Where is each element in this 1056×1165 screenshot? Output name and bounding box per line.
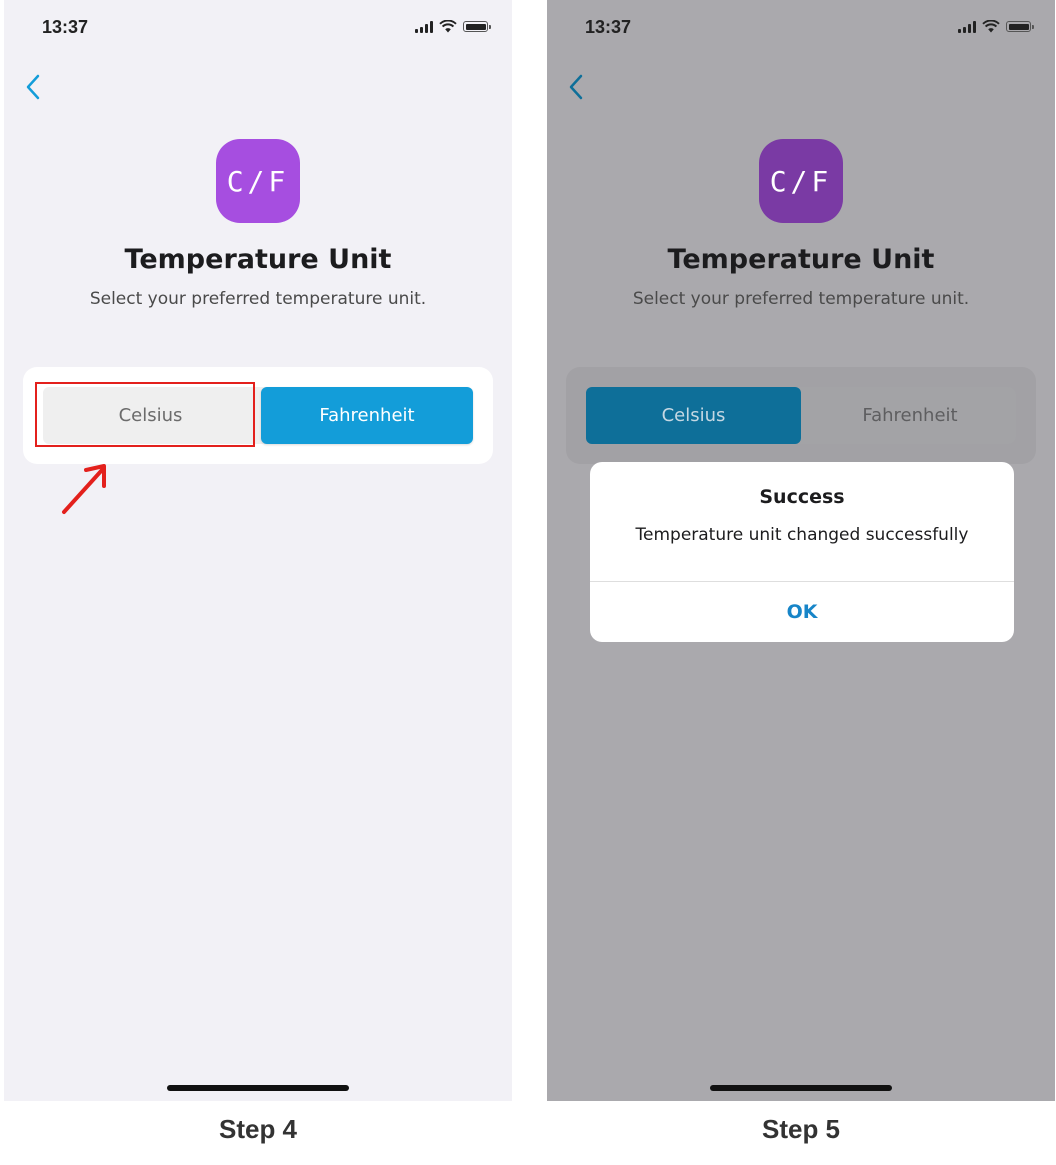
step-4-caption: Step 4 bbox=[218, 1114, 298, 1144]
alert-ok-button[interactable]: OK bbox=[590, 582, 1014, 642]
battery-icon bbox=[463, 21, 491, 32]
wifi-icon bbox=[982, 20, 1000, 33]
status-icons bbox=[415, 20, 491, 33]
signal-icon bbox=[958, 20, 976, 33]
celsius-option[interactable]: Celsius bbox=[586, 387, 801, 444]
chevron-left-icon[interactable] bbox=[565, 72, 589, 102]
status-icons bbox=[958, 20, 1034, 33]
page-title: Temperature Unit bbox=[667, 244, 935, 275]
status-time: 13:37 bbox=[42, 17, 89, 37]
success-alert-dialog: Success Temperature unit changed success… bbox=[590, 462, 1014, 642]
home-indicator bbox=[710, 1085, 892, 1091]
unit-segmented-control-card: Celsius Fahrenheit bbox=[566, 367, 1036, 464]
alert-message: Temperature unit changed successfully bbox=[635, 525, 969, 545]
celsius-highlight-annotation bbox=[35, 382, 255, 447]
wifi-icon bbox=[439, 20, 457, 33]
fahrenheit-option[interactable]: Fahrenheit bbox=[261, 387, 473, 444]
step5-screen: 13:37 C/F Temperature Unit Select your p… bbox=[547, 0, 1055, 1101]
step-5-caption: Step 5 bbox=[761, 1114, 841, 1144]
unit-segmented-control: Celsius Fahrenheit bbox=[586, 387, 1016, 444]
signal-icon bbox=[415, 20, 433, 33]
temperature-unit-app-icon: C/F bbox=[216, 139, 300, 223]
pointer-arrow-icon bbox=[62, 464, 106, 514]
status-time: 13:37 bbox=[585, 17, 632, 37]
page-subtitle: Select your preferred temperature unit. bbox=[89, 289, 427, 309]
alert-title: Success bbox=[759, 486, 845, 508]
home-indicator bbox=[167, 1085, 349, 1091]
temperature-unit-app-icon: C/F bbox=[759, 139, 843, 223]
page-subtitle: Select your preferred temperature unit. bbox=[632, 289, 970, 309]
battery-icon bbox=[1006, 21, 1034, 32]
step4-screen: 13:37 C/F Temperature Unit Select your p… bbox=[4, 0, 512, 1101]
chevron-left-icon[interactable] bbox=[22, 72, 46, 102]
fahrenheit-option[interactable]: Fahrenheit bbox=[804, 387, 1016, 444]
page-title: Temperature Unit bbox=[124, 244, 392, 275]
